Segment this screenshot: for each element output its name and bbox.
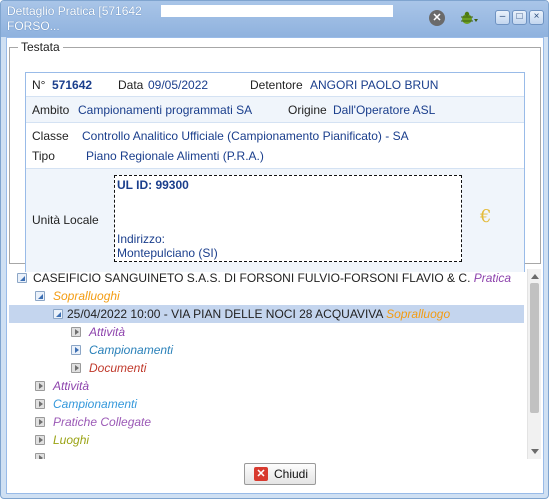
scroll-up-arrow-icon[interactable] (531, 274, 539, 279)
tree-node-text: Documenti (89, 361, 147, 375)
expand-toggle-icon[interactable] (53, 309, 63, 319)
tree-node-text: CASEIFICIO SANGUINETO S.A.S. DI FORSONI … (33, 269, 511, 287)
origine-label: Origine (288, 103, 327, 117)
tree-node-text: Luoghi (53, 433, 90, 447)
ul-id: UL ID: 99300 (117, 178, 189, 192)
title-redaction (161, 5, 393, 17)
numero-label: N° (32, 78, 46, 92)
tree-scrollbar[interactable] (527, 269, 541, 459)
close-button-label: Chiudi (274, 467, 309, 481)
indirizzo-value: Montepulciano (SI) (117, 246, 218, 260)
expand-toggle-icon[interactable] (17, 273, 27, 283)
scroll-down-arrow-icon[interactable] (531, 449, 539, 454)
testata-fieldset: Testata N° 571642 Data 09/05/2022 Detent… (9, 40, 541, 272)
unita-locale-label: Unità Locale (32, 213, 99, 227)
collapse-toggle-icon[interactable] (71, 363, 81, 373)
tree-node-luoghi[interactable]: Luoghi (9, 431, 524, 449)
sopralluogo-name: 25/04/2022 10:00 - VIA PIAN DELLE NOCI 2… (67, 307, 383, 321)
detentore-value: ANGORI PAOLO BRUN (310, 78, 439, 92)
tree-node-campionamenti[interactable]: Campionamenti (9, 395, 524, 413)
tree-node-partial[interactable] (9, 449, 524, 459)
tree-node-text: Sopralluoghi (53, 289, 120, 303)
collapse-toggle-icon[interactable] (71, 345, 81, 355)
testata-panel: N° 571642 Data 09/05/2022 Detentore ANGO… (25, 72, 525, 272)
scroll-thumb[interactable] (530, 283, 539, 413)
detentore-label: Detentore (250, 78, 303, 92)
pratica-type: Pratica (473, 271, 512, 285)
tree-node-attivita-sub[interactable]: Attività (9, 323, 524, 341)
window-title-line2: FORSO... (7, 19, 60, 33)
numero-value: 571642 (52, 78, 93, 92)
tree-node-text: 25/04/2022 10:00 - VIA PIAN DELLE NOCI 2… (67, 305, 450, 323)
ambito-value: Campionamenti programmati SA (78, 103, 253, 117)
tree-node-sopralluoghi[interactable]: Sopralluoghi (9, 287, 524, 305)
title-bar[interactable]: Dettaglio Pratica [571642 FORSO... ✕ – □… (1, 1, 548, 37)
close-window-button[interactable]: × (529, 10, 544, 25)
tree-node-text: Campionamenti (89, 343, 174, 357)
collapse-toggle-icon[interactable] (35, 381, 45, 391)
close-x-icon: ✕ (254, 467, 268, 481)
euro-icon[interactable]: € (480, 206, 491, 227)
tree-node-pratiche-collegate[interactable]: Pratiche Collegate (9, 413, 524, 431)
dialog-body: Testata N° 571642 Data 09/05/2022 Detent… (6, 37, 544, 494)
tree-node-pratica[interactable]: CASEIFICIO SANGUINETO S.A.S. DI FORSONI … (9, 269, 524, 287)
tree-node-attivita[interactable]: Attività (9, 377, 524, 395)
ambito-label: Ambito (32, 103, 70, 117)
dialog-window: Dettaglio Pratica [571642 FORSO... ✕ – □… (0, 0, 549, 499)
tree-node-text: Attività (89, 325, 126, 339)
tree-node-campionamenti-sub[interactable]: Campionamenti (9, 341, 524, 359)
tipo-label: Tipo (32, 149, 55, 163)
collapse-toggle-icon[interactable] (35, 399, 45, 409)
tree-node-text: Pratiche Collegate (53, 415, 152, 429)
pratica-name: CASEIFICIO SANGUINETO S.A.S. DI FORSONI … (33, 271, 471, 285)
tree-node-text: Attività (53, 379, 90, 393)
minimize-button[interactable]: – (495, 10, 510, 25)
data-label: Data (118, 78, 144, 92)
maximize-button[interactable]: □ (512, 10, 527, 25)
row-classe-tipo: Classe Controllo Analitico Ufficiale (Ca… (26, 123, 524, 169)
sopralluogo-type: Sopralluogo (386, 307, 451, 321)
ul-name-redaction (119, 198, 419, 214)
window-title-line1: Dettaglio Pratica [571642 (7, 4, 142, 18)
close-circle-icon[interactable]: ✕ (429, 10, 445, 26)
pratica-tree: CASEIFICIO SANGUINETO S.A.S. DI FORSONI … (9, 269, 524, 459)
row-unita-locale: Unità Locale UL ID: 99300 Indirizzo: Mon… (26, 169, 524, 272)
tree-node-text: Campionamenti (53, 397, 138, 411)
data-value: 09/05/2022 (148, 78, 209, 92)
row-ambito: Ambito Campionamenti programmati SA Orig… (26, 97, 524, 123)
collapse-toggle-icon[interactable] (35, 417, 45, 427)
dialog-footer: ✕ Chiudi (7, 459, 543, 493)
row-numero: N° 571642 Data 09/05/2022 Detentore ANGO… (26, 73, 524, 97)
collapse-toggle-icon[interactable] (71, 327, 81, 337)
expand-toggle-icon[interactable] (35, 291, 45, 301)
classe-value: Controllo Analitico Ufficiale (Campionam… (82, 129, 409, 143)
tipo-value: Piano Regionale Alimenti (P.R.A.) (86, 149, 264, 163)
origine-value: Dall'Operatore ASL (333, 103, 436, 117)
indirizzo-label: Indirizzo: (117, 232, 166, 246)
bug-icon[interactable] (459, 10, 479, 26)
tree-node-documenti-sub[interactable]: Documenti (9, 359, 524, 377)
testata-legend: Testata (21, 40, 60, 54)
classe-label: Classe (32, 129, 69, 143)
tree-node-sopralluogo[interactable]: 25/04/2022 10:00 - VIA PIAN DELLE NOCI 2… (9, 305, 524, 323)
collapse-toggle-icon[interactable] (35, 435, 45, 445)
unita-locale-box: UL ID: 99300 Indirizzo: Montepulciano (S… (114, 175, 462, 262)
close-button[interactable]: ✕ Chiudi (244, 463, 316, 485)
